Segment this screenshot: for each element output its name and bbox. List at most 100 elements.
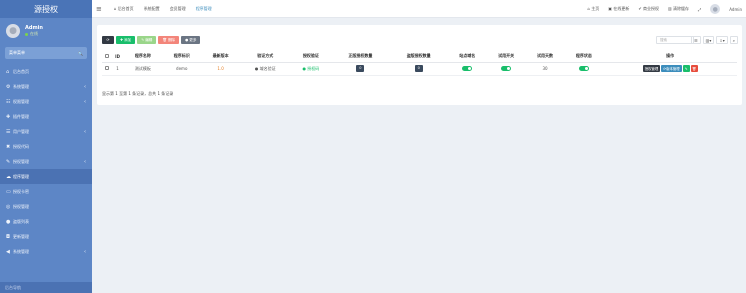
fullscreen-icon[interactable]: ⤢ bbox=[698, 7, 701, 12]
clear-cache-link[interactable]: ▥ 清除缓存 bbox=[668, 6, 689, 12]
update-link[interactable]: ▣ 在线更新 bbox=[608, 6, 629, 12]
sidebar-item-label: 更新管理 bbox=[13, 233, 29, 239]
status-toggle[interactable] bbox=[578, 66, 589, 72]
menu-icon: ● bbox=[6, 218, 11, 225]
row-checkbox[interactable] bbox=[104, 66, 109, 70]
col-verify[interactable]: 验证方式 bbox=[240, 51, 291, 63]
search-input[interactable]: 搜索 bbox=[656, 36, 694, 44]
chevron-left-icon: ‹ bbox=[84, 98, 86, 105]
sidebar-item[interactable]: ⚙ 系统管理 ‹ bbox=[0, 79, 92, 94]
app-logo[interactable]: 源授权 bbox=[0, 0, 92, 18]
sidebar-item[interactable]: ● 盗版列表 bbox=[0, 214, 92, 229]
menu-icon: ⌂ bbox=[6, 68, 10, 75]
col-id[interactable]: ID bbox=[111, 51, 124, 63]
sidebar-item-label: 系统管理 bbox=[13, 83, 29, 89]
cell-verify: ● 域名验证 bbox=[240, 62, 291, 76]
more-button[interactable]: ● 更多 bbox=[181, 36, 201, 44]
col-auth[interactable]: 授权验证 bbox=[290, 51, 332, 63]
col-domain[interactable]: 站点域名 bbox=[447, 51, 487, 63]
sidebar-item[interactable]: ✚ 插件管理 bbox=[0, 109, 92, 124]
pirated-count-badge: 0 bbox=[414, 65, 423, 72]
sidebar-item[interactable]: ☰ 用户管理 ‹ bbox=[0, 124, 92, 139]
col-name[interactable]: 程序名称 bbox=[123, 51, 163, 63]
tab-programs[interactable]: 程序管理 bbox=[196, 6, 212, 12]
avatar[interactable]: ● bbox=[710, 4, 721, 14]
search-icon[interactable]: 🔍 bbox=[78, 51, 83, 56]
delete-row-icon[interactable]: 🗑 bbox=[690, 65, 698, 72]
chevron-left-icon: ‹ bbox=[84, 128, 86, 135]
topbar: ≡ ⌂ 后台首页 系统配置 会员管理 程序管理 ⌂ 主页 ▣ 在线更新 ✔ 商业… bbox=[92, 0, 746, 18]
chevron-left-icon: ‹ bbox=[84, 158, 86, 165]
domain-toggle[interactable] bbox=[462, 66, 473, 72]
sidebar-item-label: 系统管理 bbox=[13, 248, 29, 254]
tab-members[interactable]: 会员管理 bbox=[170, 6, 186, 12]
pagination-info: 显示第 1 至第 1 条记录，总共 1 条记录 bbox=[102, 91, 174, 96]
cell-trial-days: 30 bbox=[525, 62, 565, 76]
export-dropdown-icon[interactable]: ⇩▾ bbox=[716, 36, 728, 44]
tab-system-config[interactable]: 系统配置 bbox=[144, 6, 160, 12]
tab-home[interactable]: ⌂ 后台首页 bbox=[114, 6, 134, 12]
search-icon[interactable]: ⌕ bbox=[729, 36, 738, 44]
sidebar-item[interactable]: ☁ 程序管理 bbox=[0, 169, 92, 184]
col-genuine[interactable]: 正版授权数量 bbox=[331, 51, 390, 63]
menu-icon: ▭ bbox=[6, 188, 11, 195]
sidebar-item-label: 盗版列表 bbox=[13, 218, 29, 224]
sidebar-item-label: 用户管理 bbox=[13, 128, 29, 134]
menu-icon: ⚙ bbox=[6, 83, 11, 90]
menu-icon: ◘ bbox=[6, 233, 10, 240]
add-button[interactable]: ✚ 添加 bbox=[116, 36, 136, 44]
menu-header-label: 菜单菜单 bbox=[9, 50, 25, 55]
edit-row-icon[interactable]: ✎ bbox=[682, 65, 690, 72]
license-link[interactable]: ✔ 商业授权 bbox=[638, 6, 659, 12]
sidebar-item-label: 授权管理 bbox=[13, 158, 29, 164]
col-pirated[interactable]: 盗版授权数量 bbox=[389, 51, 448, 63]
table-row[interactable]: 1 测试模板 demo 1.0 ● 域名验证 ● 授权码 0 0 30 授权管理… bbox=[102, 62, 737, 76]
sidebar-item-label: 授权代码 bbox=[13, 143, 29, 149]
sidebar-item-label: 程序管理 bbox=[13, 173, 29, 179]
col-trial[interactable]: 试用开关 bbox=[486, 51, 526, 63]
menu-icon: ☷ bbox=[6, 98, 11, 105]
main-panel: ⟳ ✚ 添加 ✎ 编辑 🗑 删除 ● 更多 搜索 ☰ ▥▾ ⇩▾ ⌕ ID 程序… bbox=[97, 25, 742, 105]
sidebar-item[interactable]: ◘ 更新管理 bbox=[0, 229, 92, 244]
sidebar-item-label: 后台首页 bbox=[13, 68, 29, 74]
col-key[interactable]: 程序标识 bbox=[162, 51, 202, 63]
sidebar-item[interactable]: ☷ 权限管理 ‹ bbox=[0, 94, 92, 109]
trial-toggle[interactable] bbox=[501, 66, 512, 72]
menu-search[interactable]: 菜单菜单 🔍 bbox=[5, 47, 87, 59]
col-ops: 操作 bbox=[603, 51, 737, 63]
avatar: ● bbox=[6, 24, 20, 38]
sidebar-item[interactable]: ⌂ 后台首页 bbox=[0, 64, 92, 79]
columns-dropdown-icon[interactable]: ▥▾ bbox=[702, 36, 715, 44]
cell-auth: ● 授权码 bbox=[290, 62, 332, 76]
version-manage-button[interactable]: ⟳ 版本管理 bbox=[661, 65, 682, 72]
genuine-count-badge: 0 bbox=[356, 65, 365, 72]
menu-toggle-icon[interactable]: ≡ bbox=[96, 5, 102, 13]
cell-version: 1.0 bbox=[201, 62, 241, 76]
program-table: ID 程序名称 程序标识 最新版本 验证方式 授权验证 正版授权数量 盗版授权数… bbox=[102, 51, 737, 76]
cell-key: demo bbox=[162, 62, 202, 76]
delete-button[interactable]: 🗑 删除 bbox=[158, 36, 180, 44]
sidebar-item[interactable]: ◎ 授权管理 bbox=[0, 199, 92, 214]
cell-name: 测试模板 bbox=[123, 62, 163, 76]
sidebar-item[interactable]: ✎ 授权管理 ‹ bbox=[0, 154, 92, 169]
user-panel: ● Admin 在线 bbox=[0, 18, 92, 44]
license-manage-button[interactable]: 授权管理 bbox=[642, 65, 661, 72]
select-all-checkbox[interactable] bbox=[104, 53, 109, 58]
edit-button[interactable]: ✎ 编辑 bbox=[137, 36, 157, 44]
menu-icon: ☁ bbox=[6, 173, 11, 180]
sidebar-item[interactable]: ✖ 授权代码 bbox=[0, 139, 92, 154]
toggle-view-icon[interactable]: ☰ bbox=[691, 36, 701, 44]
topbar-user-name[interactable]: Admin bbox=[729, 7, 742, 12]
sidebar-item[interactable]: ◀ 系统管理 ‹ bbox=[0, 244, 92, 259]
sidebar-item[interactable]: ▭ 授权卡密 bbox=[0, 184, 92, 199]
user-status-text: 在线 bbox=[30, 31, 38, 36]
refresh-button[interactable]: ⟳ bbox=[102, 36, 114, 44]
menu-icon: ☰ bbox=[6, 128, 11, 135]
col-status[interactable]: 程序状态 bbox=[564, 51, 604, 63]
home-link[interactable]: ⌂ 主页 bbox=[587, 6, 599, 12]
col-trial-days[interactable]: 试用天数 bbox=[525, 51, 565, 63]
menu-icon: ◎ bbox=[6, 203, 11, 210]
sidebar-item-label: 插件管理 bbox=[13, 113, 29, 119]
col-version[interactable]: 最新版本 bbox=[201, 51, 241, 63]
sidebar-item-label: 权限管理 bbox=[13, 98, 29, 104]
